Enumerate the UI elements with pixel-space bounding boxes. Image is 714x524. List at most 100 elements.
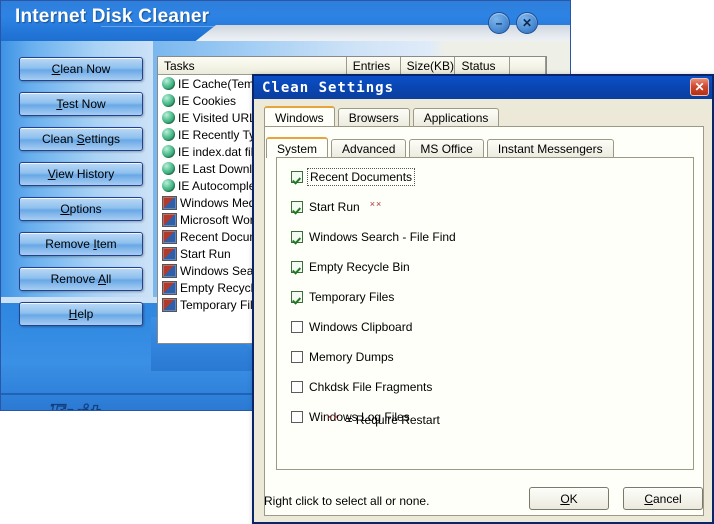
tab-system[interactable]: System — [266, 137, 328, 158]
checkbox-label: Memory Dumps — [309, 350, 394, 364]
btn-label: Cancel — [644, 492, 681, 506]
btn-label: Remove Item — [45, 237, 116, 251]
tab-advanced[interactable]: Advanced — [331, 139, 406, 158]
checkbox-unchecked-icon[interactable] — [291, 351, 303, 363]
windows-flag-icon — [162, 281, 177, 295]
checkbox-unchecked-icon[interactable] — [291, 411, 303, 423]
btn-label: Remove All — [51, 272, 112, 286]
globe-icon — [162, 77, 175, 90]
globe-icon — [162, 162, 175, 175]
globe-icon — [162, 111, 175, 124]
checkbox-row[interactable]: Start Run ×× — [291, 200, 382, 214]
inner-tab-strip: System Advanced MS Office Instant Messenger… — [266, 138, 614, 158]
tab-instant-messengers[interactable]: Instant Messengers — [487, 139, 614, 158]
btn-label: Test Now — [56, 97, 105, 111]
task-row-label: IE Cookies — [178, 94, 236, 108]
remove-item-button[interactable]: Remove Item — [19, 232, 143, 256]
dialog-hint-text: Right click to select all or none. — [264, 494, 429, 508]
btn-label: Clean Settings — [42, 132, 120, 146]
checkbox-checked-icon[interactable] — [291, 231, 303, 243]
minimize-button[interactable]: – — [488, 12, 510, 34]
minimize-icon: – — [496, 16, 503, 30]
tab-label: System — [277, 142, 317, 156]
cancel-button[interactable]: Cancel — [623, 487, 703, 510]
checkbox-row[interactable]: Chkdsk File Fragments — [291, 380, 432, 394]
btn-label: Help — [69, 307, 94, 321]
task-row-label: Start Run — [180, 247, 231, 261]
task-list-header: Tasks Entries Size(KB) Status — [158, 57, 546, 75]
view-history-button[interactable]: View History — [19, 162, 143, 186]
column-header-status[interactable]: Status — [455, 57, 510, 74]
globe-icon — [162, 145, 175, 158]
btn-label: Options — [60, 202, 101, 216]
tab-label: Instant Messengers — [498, 142, 603, 156]
checkbox-row[interactable]: Recent Documents — [291, 170, 413, 184]
restart-marker-icon: ×× — [327, 412, 340, 422]
app-title: Internet Disk Cleaner — [15, 6, 209, 28]
tab-label: MS Office — [420, 142, 472, 156]
checkbox-row[interactable]: Empty Recycle Bin — [291, 260, 410, 274]
remove-all-button[interactable]: Remove All — [19, 267, 143, 291]
restart-legend: ×× = Require Restart — [317, 413, 440, 427]
checkbox-checked-icon[interactable] — [291, 171, 303, 183]
dialog-close-button[interactable]: ✕ — [690, 78, 709, 96]
checkbox-checked-icon[interactable] — [291, 201, 303, 213]
close-icon: ✕ — [522, 16, 532, 30]
clean-settings-button[interactable]: Clean Settings — [19, 127, 143, 151]
globe-icon — [162, 128, 175, 141]
btn-label: View History — [48, 167, 114, 181]
tab-applications[interactable]: Applications — [413, 108, 500, 127]
windows-flag-icon — [162, 230, 177, 244]
tab-label: Windows — [275, 111, 324, 125]
checkbox-label: Windows Search - File Find — [309, 230, 456, 244]
checkbox-checked-icon[interactable] — [291, 261, 303, 273]
checkbox-label: Windows Clipboard — [309, 320, 412, 334]
column-header-tasks[interactable]: Tasks — [158, 57, 347, 74]
title-bar-corner-shape — [188, 25, 571, 41]
tab-label: Applications — [424, 111, 489, 125]
windows-flag-icon — [162, 247, 177, 261]
test-now-button[interactable]: Test Now — [19, 92, 143, 116]
clean-now-button[interactable]: Clean Now — [19, 57, 143, 81]
checkbox-row[interactable]: Windows Search - File Find — [291, 230, 456, 244]
ok-button[interactable]: OK — [529, 487, 609, 510]
outer-tab-strip: Windows Browsers Applications — [264, 106, 499, 127]
checkbox-label: Start Run — [309, 200, 360, 214]
exit-logo[interactable]: Exit — [49, 401, 101, 411]
tab-ms-office[interactable]: MS Office — [409, 139, 483, 158]
tab-label: Advanced — [342, 142, 395, 156]
close-icon: ✕ — [694, 80, 704, 94]
windows-flag-icon — [162, 298, 177, 312]
tab-browsers[interactable]: Browsers — [338, 108, 410, 127]
checkbox-row[interactable]: Temporary Files — [291, 290, 394, 304]
windows-flag-icon — [162, 213, 177, 227]
column-header-blank[interactable] — [510, 57, 546, 74]
dialog-title: Clean Settings — [262, 80, 394, 96]
main-title-bar: Internet Disk Cleaner – ✕ — [1, 1, 571, 41]
help-button[interactable]: Help — [19, 302, 143, 326]
windows-flag-icon — [162, 196, 177, 210]
dialog-title-bar[interactable]: Clean Settings ✕ — [254, 76, 712, 99]
restart-marker-icon: ×× — [370, 199, 383, 209]
clean-settings-dialog: Clean Settings ✕ Windows Browsers Applicat… — [252, 74, 714, 524]
checkbox-label: Temporary Files — [309, 290, 394, 304]
checkbox-row[interactable]: Windows Clipboard — [291, 320, 412, 334]
checkbox-checked-icon[interactable] — [291, 291, 303, 303]
checkbox-unchecked-icon[interactable] — [291, 321, 303, 333]
restart-legend-text: = Require Restart — [346, 413, 440, 427]
column-header-size[interactable]: Size(KB) — [401, 57, 456, 74]
checkbox-label: Chkdsk File Fragments — [309, 380, 432, 394]
tab-label: Browsers — [349, 111, 399, 125]
globe-icon — [162, 94, 175, 107]
column-header-entries[interactable]: Entries — [347, 57, 401, 74]
btn-label: OK — [560, 492, 577, 506]
inner-tab-panel: Recent Documents Start Run ×× Windows Searc… — [276, 157, 694, 470]
checkbox-unchecked-icon[interactable] — [291, 381, 303, 393]
checkbox-row[interactable]: Memory Dumps — [291, 350, 394, 364]
tab-windows[interactable]: Windows — [264, 106, 335, 127]
close-button[interactable]: ✕ — [516, 12, 538, 34]
options-button[interactable]: Options — [19, 197, 143, 221]
checkbox-label: Empty Recycle Bin — [309, 260, 410, 274]
windows-flag-icon — [162, 264, 177, 278]
checkbox-label: Recent Documents — [309, 170, 413, 184]
